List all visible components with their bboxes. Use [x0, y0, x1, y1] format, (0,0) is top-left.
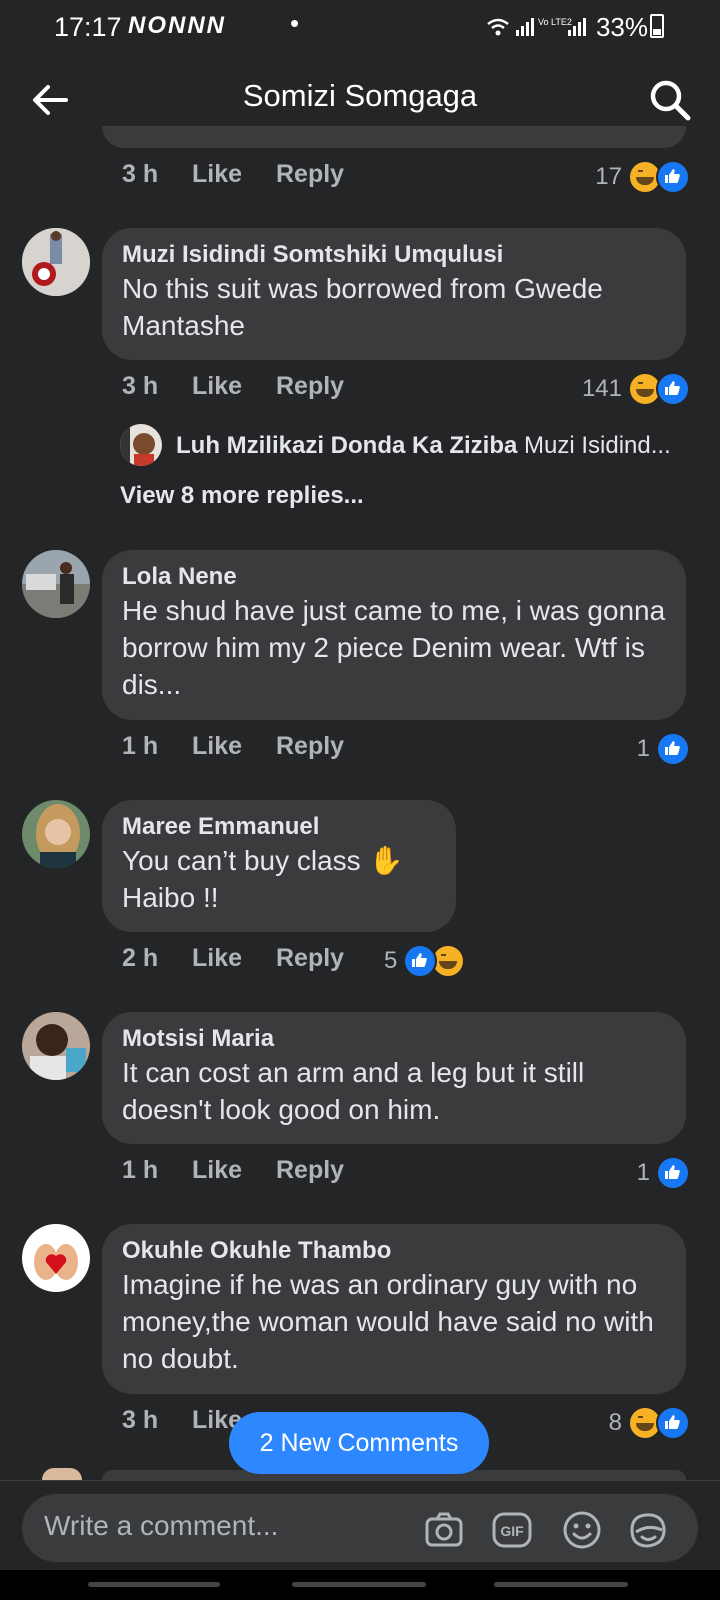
comment-input[interactable]: Write a comment... GIF: [22, 1494, 698, 1562]
new-comments-button[interactable]: 2 New Comments: [229, 1412, 489, 1474]
camera-icon[interactable]: [424, 1510, 464, 1550]
reply-snippet: Muzi Isidind...: [524, 432, 671, 459]
avatar[interactable]: [22, 550, 90, 618]
comment-author[interactable]: Muzi Isidindi Somtshiki Umqulusi: [122, 240, 666, 270]
sticker-icon[interactable]: [628, 1510, 668, 1550]
view-more-replies-link[interactable]: View 8 more replies...: [120, 482, 364, 510]
comment-time: 3 h: [122, 160, 159, 188]
gif-icon[interactable]: GIF: [492, 1510, 532, 1550]
like-reaction-icon: [403, 944, 438, 978]
reaction-count: 5: [384, 947, 398, 974]
nav-back-button[interactable]: [494, 1582, 628, 1587]
battery-percent: 33%: [595, 12, 648, 42]
avatar[interactable]: [22, 1224, 90, 1292]
comment-input-placeholder: Write a comment...: [44, 1510, 279, 1541]
reply-link[interactable]: Reply: [276, 372, 344, 401]
emoji-icon[interactable]: [562, 1510, 602, 1550]
avatar: [42, 1468, 82, 1480]
comment-author[interactable]: Maree Emmanuel: [122, 812, 436, 842]
reaction-summary[interactable]: 1: [637, 732, 690, 766]
reaction-count: 17: [595, 163, 622, 190]
like-link[interactable]: Like: [192, 944, 242, 973]
reaction-summary[interactable]: 1: [637, 1156, 690, 1190]
comment-author[interactable]: Lola Nene: [122, 562, 666, 592]
comment-bubble[interactable]: Okuhle Okuhle Thambo Imagine if he was a…: [102, 1224, 686, 1394]
like-link[interactable]: Like: [192, 1156, 242, 1185]
comment-text: It can cost an arm and a leg but it stil…: [122, 1057, 585, 1125]
reply-link[interactable]: Reply: [276, 944, 344, 973]
nav-home-button[interactable]: [292, 1582, 426, 1587]
comment-bubble[interactable]: Muzi Isidindi Somtshiki Umqulusi No this…: [102, 228, 686, 360]
comment-author[interactable]: Motsisi Maria: [122, 1024, 666, 1054]
avatar[interactable]: [22, 1012, 90, 1080]
avatar[interactable]: [22, 228, 90, 296]
reaction-count: 8: [608, 1409, 622, 1436]
comment-time: 3 h: [122, 372, 159, 400]
reaction-count: 1: [636, 1159, 650, 1186]
comment-time: 1 h: [122, 1156, 159, 1184]
page-title: Somizi Somgaga: [242, 78, 478, 113]
reaction-summary[interactable]: 17: [595, 160, 690, 194]
like-link[interactable]: Like: [192, 732, 242, 761]
comment-text-line-2: Haibo !!: [122, 882, 219, 913]
reaction-summary[interactable]: 5: [384, 944, 466, 978]
comment-text: You can’t buy class ✋: [122, 845, 404, 876]
comment-time: 1 h: [122, 732, 159, 760]
notification-icons: NONNN: [128, 12, 226, 39]
like-reaction-icon: [656, 160, 690, 194]
comment-time: 2 h: [122, 944, 159, 972]
reply-preview[interactable]: Luh Mzilikazi Donda Ka Ziziba Muzi Isidi…: [120, 424, 700, 468]
comment-author[interactable]: Okuhle Okuhle Thambo: [122, 1236, 666, 1266]
status-bar: 17:17 NONNN • Vo LTE2 33%: [0, 0, 720, 56]
previous-comment-bubble: [102, 126, 686, 148]
like-link[interactable]: Like: [192, 160, 242, 189]
reaction-count: 1: [636, 735, 650, 762]
search-icon[interactable]: [646, 76, 694, 124]
status-time: 17:17: [54, 12, 122, 42]
like-reaction-icon: [656, 372, 690, 406]
comment-meta: 1 h Like Reply: [0, 1156, 720, 1190]
like-reaction-icon: [656, 1156, 690, 1190]
like-reaction-icon: [656, 732, 690, 766]
comment-meta: 1 h Like Reply: [0, 732, 720, 766]
comment-time: 3 h: [122, 1406, 159, 1434]
reaction-summary[interactable]: 141: [582, 372, 690, 406]
reply-link[interactable]: Reply: [276, 732, 344, 761]
comment-text: Imagine if he was an ordinary guy with n…: [122, 1269, 654, 1374]
reaction-summary[interactable]: 8: [609, 1406, 690, 1440]
reply-link[interactable]: Reply: [276, 1156, 344, 1185]
notification-dot: •: [290, 8, 300, 38]
comment-meta: 2 h Like Reply: [0, 944, 720, 978]
comment-text: No this suit was borrowed from Gwede Man…: [122, 273, 603, 341]
like-reaction-icon: [656, 1406, 690, 1440]
svg-text:GIF: GIF: [500, 1523, 524, 1539]
reaction-count: 141: [581, 375, 622, 402]
signal-icon: Vo LTE2: [487, 17, 586, 36]
avatar[interactable]: [22, 800, 90, 868]
reply-link[interactable]: Reply: [276, 160, 344, 189]
comment-bubble[interactable]: Lola Nene He shud have just came to me, …: [102, 550, 686, 720]
battery-icon: [650, 14, 664, 38]
reply-author[interactable]: Luh Mzilikazi Donda Ka Ziziba: [176, 432, 517, 459]
comment-bubble[interactable]: Maree Emmanuel You can’t buy class ✋ Hai…: [102, 800, 456, 932]
system-nav-bar: [0, 1570, 720, 1600]
avatar[interactable]: [120, 424, 162, 466]
comment-text: He shud have just came to me, i was gonn…: [122, 595, 666, 700]
comment-bubble[interactable]: Motsisi Maria It can cost an arm and a l…: [102, 1012, 686, 1144]
nav-recents-button[interactable]: [88, 1582, 220, 1587]
network-label: Vo LTE2: [538, 17, 572, 27]
like-link[interactable]: Like: [192, 372, 242, 401]
